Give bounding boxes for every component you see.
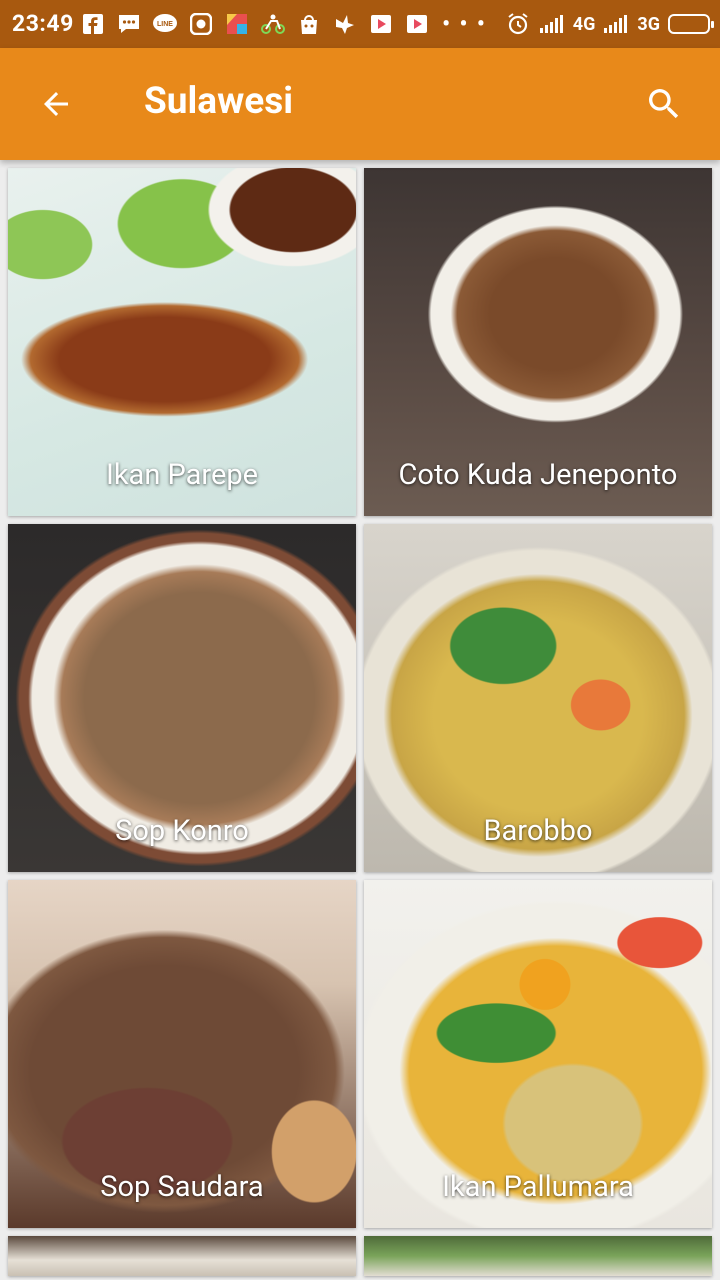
food-card-ikan-parepe[interactable]: Ikan Parepe: [8, 168, 356, 516]
play-store-icon: [404, 11, 430, 37]
food-card-coto-kuda-jeneponto[interactable]: Coto Kuda Jeneponto: [364, 168, 712, 516]
camera-app-icon: [188, 11, 214, 37]
food-card-barobbo[interactable]: Barobbo: [364, 524, 712, 872]
network-type-2: 3G: [637, 13, 660, 35]
food-grid: Ikan Parepe Coto Kuda Jeneponto Sop Konr…: [8, 168, 712, 1276]
food-name: Sop Saudara: [100, 1170, 264, 1204]
food-name: Ikan Pallumara: [442, 1170, 634, 1204]
food-name: Coto Kuda Jeneponto: [398, 458, 678, 492]
signal-icon: [539, 11, 565, 37]
food-photo: [8, 1236, 356, 1276]
search-button[interactable]: [636, 76, 692, 132]
battery-icon: [668, 14, 714, 34]
network-type-1: 4G: [572, 13, 596, 35]
arrow-back-icon: [44, 92, 68, 116]
bike-icon: [260, 11, 286, 37]
facebook-icon: [80, 11, 106, 37]
messenger-icon: [116, 11, 142, 37]
status-time: 23:49: [12, 10, 74, 37]
svg-text:LINE: LINE: [157, 21, 173, 28]
food-photo: [364, 1236, 712, 1276]
app-bar: Sulawesi: [0, 48, 720, 160]
food-card-sop-saudara[interactable]: Sop Saudara: [8, 880, 356, 1228]
search-icon: [649, 89, 679, 119]
overflow-dots: • • •: [442, 11, 487, 37]
alarm-icon: [505, 11, 531, 37]
food-name: Barobbo: [483, 814, 593, 848]
status-right: • • • 4G 3G: [442, 8, 714, 40]
food-card-partial[interactable]: [364, 1236, 712, 1276]
food-card-sop-konro[interactable]: Sop Konro: [8, 524, 356, 872]
food-name: Ikan Parepe: [105, 458, 259, 492]
food-card-ikan-pallumara[interactable]: Ikan Pallumara: [364, 880, 712, 1228]
page-title: Sulawesi: [144, 80, 294, 123]
food-card-partial[interactable]: [8, 1236, 356, 1276]
bird-icon: [332, 11, 358, 37]
back-button[interactable]: [28, 76, 84, 132]
signal-icon: [603, 11, 629, 37]
notification-icons: LINE: [80, 10, 430, 38]
shop-icon: [296, 11, 322, 37]
line-icon: LINE: [152, 11, 178, 37]
play-store-icon: [368, 11, 394, 37]
food-name: Sop Konro: [115, 814, 249, 848]
status-bar: 23:49 LINE • • • 4G 3G: [0, 0, 720, 48]
photos-icon: [224, 11, 250, 37]
